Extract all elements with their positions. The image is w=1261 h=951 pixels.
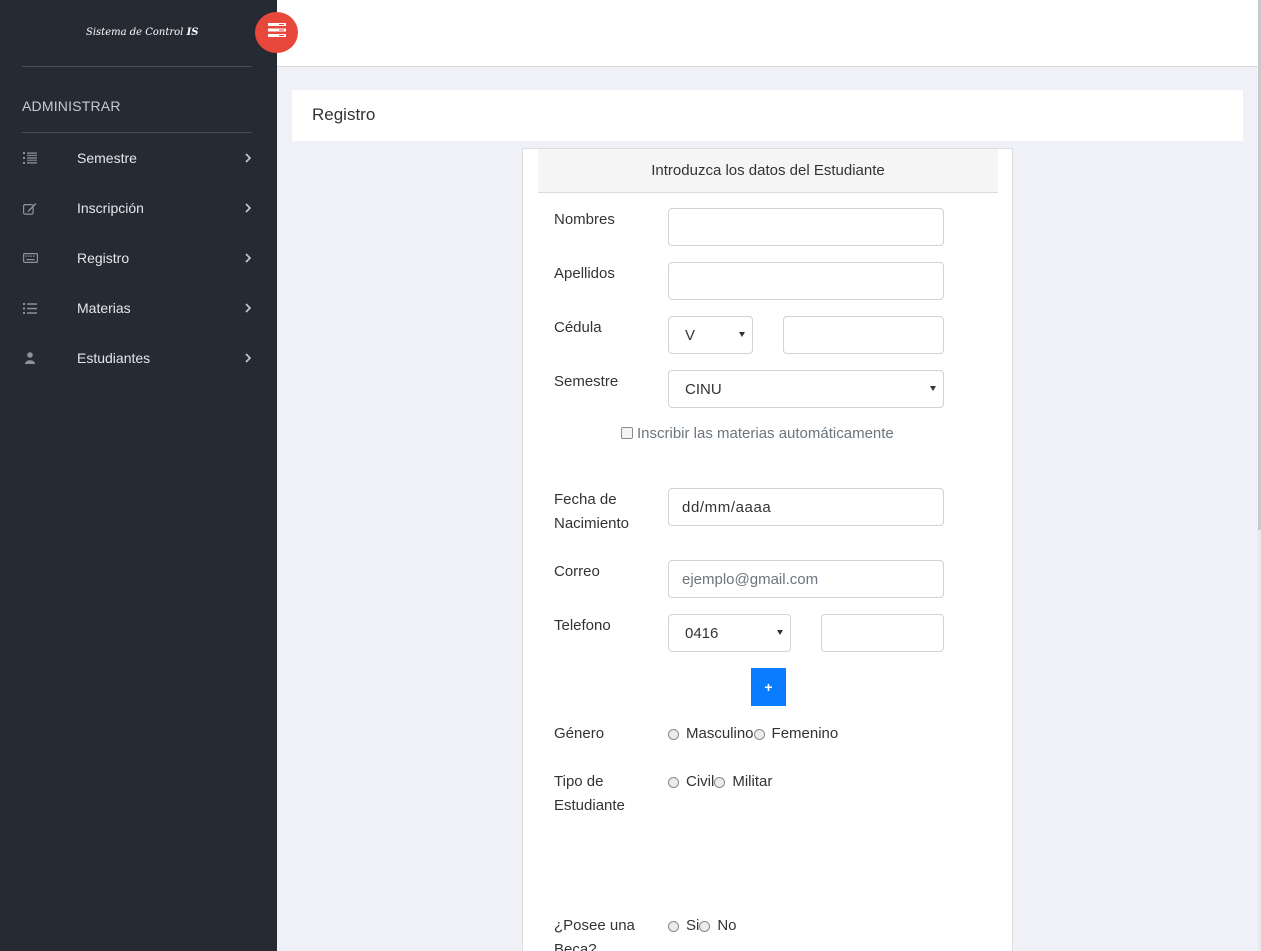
sidebar-item-semestre[interactable]: Semestre: [0, 133, 277, 183]
radio-label: Femenino: [771, 725, 839, 742]
cedula-type-value: V: [685, 326, 696, 344]
beca-label-line: Beca?: [554, 941, 597, 951]
sidebar-toggle-button[interactable]: [255, 12, 298, 53]
semestre-value: CINU: [685, 380, 722, 398]
cedula-type-select[interactable]: V: [668, 316, 753, 354]
divider: [22, 66, 252, 67]
nombres-input[interactable]: [668, 208, 944, 246]
sidebar-item-label: Estudiantes: [77, 350, 151, 366]
chevron-right-icon: [243, 301, 253, 315]
genero-label: Género: [554, 725, 605, 742]
tipo-radio-group: Civil Militar: [668, 770, 772, 794]
cedula-label: Cédula: [554, 319, 602, 336]
semestre-label: Semestre: [554, 373, 619, 390]
correo-input[interactable]: ejemplo@gmail.com: [668, 560, 944, 598]
student-form-card: Introduzca los datos del Estudiante Nomb…: [522, 148, 1013, 951]
fecha-label-line: Fecha de: [554, 491, 617, 508]
brand-logo-text: Sistema de Control IS: [86, 27, 199, 38]
semestre-select[interactable]: CINU: [668, 370, 944, 408]
sidebar: Sistema de Control IS ADMINISTRAR Semest…: [0, 0, 277, 951]
auto-inscribir-checkbox[interactable]: [621, 426, 633, 439]
page-title: Registro: [312, 105, 376, 124]
telefono-prefix-select[interactable]: 0416: [668, 614, 791, 652]
tipo-estudiante-label: Tipo de Estudiante: [554, 770, 625, 818]
radio-option-civil[interactable]: Civil: [668, 770, 714, 794]
sidebar-item-estudiantes[interactable]: Estudiantes: [0, 333, 277, 383]
radio-label: Militar: [732, 773, 773, 790]
fecha-nacimiento-input[interactable]: dd/mm/aaaa: [668, 488, 944, 526]
fecha-label: Fecha de Nacimiento: [554, 488, 629, 536]
sidebar-item-label: Inscripción: [77, 200, 144, 216]
top-navbar: [277, 0, 1258, 67]
telefono-prefix-value: 0416: [685, 624, 719, 642]
caret-down-icon: [739, 332, 745, 337]
page-header: Registro: [292, 90, 1243, 141]
radio-button[interactable]: [714, 776, 726, 788]
radio-option-femenino[interactable]: Femenino: [753, 722, 839, 746]
beca-radio-group: Si No: [668, 914, 737, 938]
keyboard-icon: [22, 251, 38, 265]
radio-label: Civil: [686, 773, 715, 790]
edit-icon: [22, 201, 38, 215]
chevron-right-icon: [243, 201, 253, 215]
menu-toggle-icon: [267, 23, 286, 42]
radio-option-no[interactable]: No: [699, 914, 737, 938]
sidebar-item-materias[interactable]: Materias: [0, 283, 277, 333]
radio-option-masculino[interactable]: Masculino: [668, 722, 754, 746]
user-icon: [22, 351, 38, 365]
cedula-number-input[interactable]: [783, 316, 944, 354]
radio-button[interactable]: [668, 776, 679, 788]
add-telefono-button[interactable]: +: [751, 668, 786, 706]
caret-down-icon: [930, 386, 936, 391]
beca-label-line: ¿Posee una: [554, 917, 635, 934]
radio-label: Si: [686, 917, 700, 934]
radio-button[interactable]: [753, 728, 765, 740]
tipo-label-line: Estudiante: [554, 797, 625, 814]
sidebar-item-label: Materias: [77, 300, 131, 316]
telefono-label: Telefono: [554, 617, 611, 634]
genero-radio-group: Masculino Femenino: [668, 722, 838, 746]
radio-label: No: [717, 917, 737, 934]
auto-inscribir-row[interactable]: Inscribir las materias automáticamente: [621, 425, 894, 442]
nombres-label: Nombres: [554, 211, 615, 228]
sidebar-item-label: Registro: [77, 250, 130, 266]
beca-label: ¿Posee una Beca?: [554, 914, 635, 951]
sidebar-item-label: Semestre: [77, 150, 137, 166]
radio-option-si[interactable]: Si: [668, 914, 699, 938]
radio-button[interactable]: [668, 920, 679, 932]
list-ol-icon: [22, 151, 38, 165]
sidebar-section-title: ADMINISTRAR: [22, 98, 121, 114]
chevron-right-icon: [243, 351, 253, 365]
apellidos-input[interactable]: [668, 262, 944, 300]
fecha-label-line: Nacimiento: [554, 515, 630, 532]
radio-label: Masculino: [686, 725, 754, 742]
caret-down-icon: [777, 630, 783, 635]
radio-option-militar[interactable]: Militar: [714, 770, 772, 794]
list-icon: [22, 301, 38, 315]
sidebar-item-inscripcion[interactable]: Inscripción: [0, 183, 277, 233]
telefono-number-input[interactable]: [821, 614, 944, 652]
auto-inscribir-label: Inscribir las materias automáticamente: [637, 425, 894, 442]
sidebar-item-registro[interactable]: Registro: [0, 233, 277, 283]
radio-button[interactable]: [668, 728, 679, 740]
brand: Sistema de Control IS: [0, 0, 277, 67]
chevron-right-icon: [243, 151, 253, 165]
radio-button[interactable]: [699, 920, 711, 932]
form-header: Introduzca los datos del Estudiante: [538, 149, 998, 193]
apellidos-label: Apellidos: [554, 265, 615, 282]
tipo-label-line: Tipo de: [554, 773, 604, 790]
chevron-right-icon: [243, 251, 253, 265]
correo-label: Correo: [554, 563, 600, 580]
